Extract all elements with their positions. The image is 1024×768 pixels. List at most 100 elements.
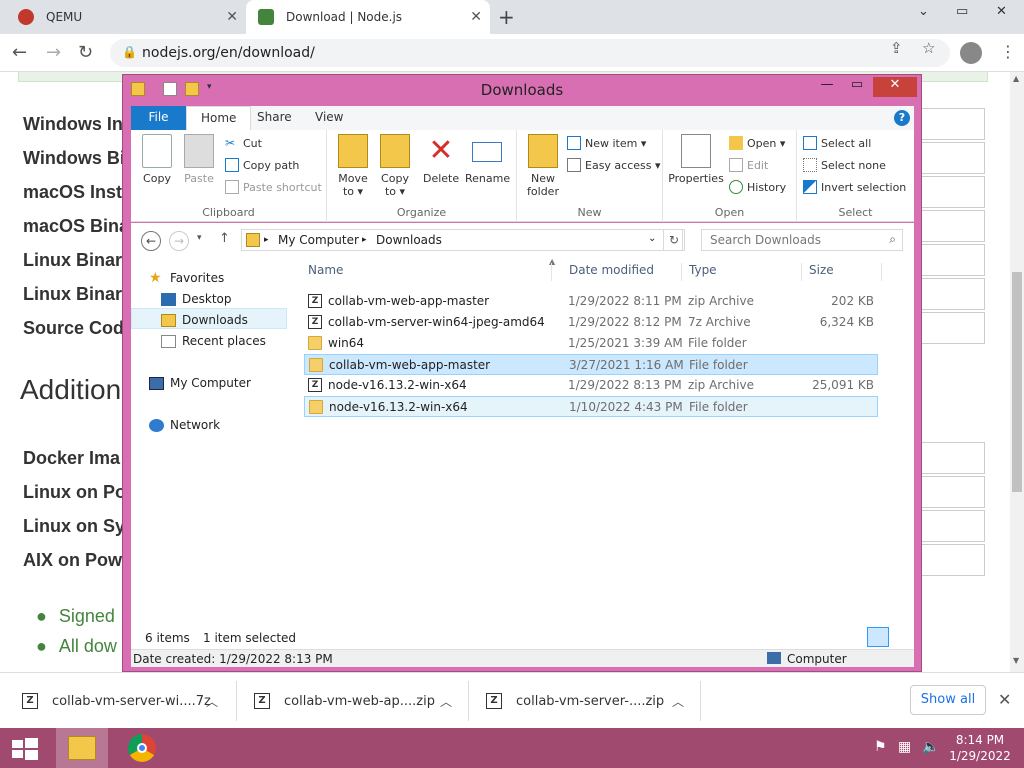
column-header-size[interactable]: Size xyxy=(809,263,834,277)
address-bar[interactable]: 🔒 nodejs.org/en/download/ xyxy=(110,39,950,67)
volume-muted-icon[interactable]: 🔈 xyxy=(922,739,939,755)
network-tray-icon[interactable]: ▦ xyxy=(898,739,911,755)
file-row[interactable]: Z collab-vm-server-win64-jpeg-amd64 1/29… xyxy=(304,312,878,333)
download-row-label[interactable]: Windows Bi xyxy=(23,148,125,169)
file-row[interactable]: win64 1/25/2021 3:39 AM File folder xyxy=(304,333,878,354)
download-item[interactable]: Z collab-vm-web-ap....zip ︿ xyxy=(254,673,464,729)
download-item[interactable]: Z collab-vm-server-wi....7z ︿ xyxy=(22,673,232,729)
open-button[interactable]: Open ▾ xyxy=(729,136,785,150)
tab-file[interactable]: File xyxy=(131,106,186,130)
explorer-maximize-button[interactable]: ▭ xyxy=(843,77,871,97)
file-row[interactable]: Z collab-vm-web-app-master 1/29/2022 8:1… xyxy=(304,291,878,312)
cut-button[interactable]: ✂ Cut xyxy=(225,136,262,150)
edit-button[interactable]: Edit xyxy=(729,158,768,172)
tab-view[interactable]: View xyxy=(301,106,357,130)
file-row-selected[interactable]: collab-vm-web-app-master 3/27/2021 1:16 … xyxy=(304,354,878,375)
close-tab-icon[interactable]: ✕ xyxy=(226,9,238,25)
column-divider[interactable] xyxy=(551,263,552,281)
explorer-close-button[interactable]: ✕ xyxy=(873,77,917,97)
address-dropdown-icon[interactable]: ⌄ xyxy=(648,233,656,244)
taskbar-explorer[interactable] xyxy=(56,728,108,768)
scrollbar-thumb[interactable] xyxy=(1012,272,1022,492)
taskbar-chrome[interactable] xyxy=(116,728,168,768)
column-divider[interactable] xyxy=(681,263,682,281)
close-tab-icon[interactable]: ✕ xyxy=(470,9,482,25)
select-none-button[interactable]: Select none xyxy=(803,158,886,172)
tab-nodejs[interactable]: Download | Node.js ✕ xyxy=(246,0,490,34)
close-window-button[interactable]: ✕ xyxy=(996,4,1007,19)
additional-row-label[interactable]: AIX on Powe xyxy=(23,550,132,571)
signed-link[interactable]: ● Signed xyxy=(36,606,115,627)
file-row[interactable]: Z node-v16.13.2-win-x64 1/29/2022 8:13 P… xyxy=(304,375,878,396)
download-row-label[interactable]: Source Code xyxy=(23,318,134,339)
profile-avatar[interactable] xyxy=(960,42,982,64)
file-row-hover[interactable]: node-v16.13.2-win-x64 1/10/2022 4:43 PM … xyxy=(304,396,878,417)
share-icon[interactable]: ⇪ xyxy=(890,39,903,57)
new-folder-button[interactable]: New folder xyxy=(523,134,563,198)
download-row-label[interactable]: Windows In xyxy=(23,114,123,135)
close-shelf-icon[interactable]: ✕ xyxy=(998,690,1011,709)
column-divider[interactable] xyxy=(881,263,882,281)
download-row-label[interactable]: macOS Insta xyxy=(23,182,132,203)
download-item[interactable]: Z collab-vm-server-....zip ︿ xyxy=(486,673,696,729)
chevron-up-icon[interactable]: ︿ xyxy=(206,693,218,710)
page-scrollbar[interactable]: ▲ ▼ xyxy=(1010,72,1024,678)
delete-button[interactable]: ✕ Delete xyxy=(423,134,459,186)
nav-recent-places[interactable]: Recent places xyxy=(161,334,266,348)
select-all-button[interactable]: Select all xyxy=(803,136,871,150)
nav-my-computer[interactable]: My Computer xyxy=(149,376,251,390)
nav-downloads[interactable]: Downloads xyxy=(161,313,248,327)
search-input[interactable]: Search Downloads ⌕ xyxy=(701,229,903,251)
chevron-up-icon[interactable]: ︿ xyxy=(672,693,684,710)
new-item-button[interactable]: New item ▾ xyxy=(567,136,646,150)
download-row-label[interactable]: macOS Bina xyxy=(23,216,129,237)
breadcrumb-downloads[interactable]: Downloads xyxy=(376,233,442,247)
explorer-address-box[interactable]: ▸ My Computer ▸ Downloads ⌄ xyxy=(241,229,683,251)
nav-favorites[interactable]: ★ Favorites xyxy=(149,271,224,286)
bookmark-star-icon[interactable]: ☆ xyxy=(922,39,935,57)
easy-access-button[interactable]: Easy access ▾ xyxy=(567,158,661,172)
breadcrumb-chevron-icon[interactable]: ▸ xyxy=(362,235,367,245)
all-downloads-link[interactable]: ● All dow xyxy=(36,636,117,657)
copy-button[interactable]: Copy xyxy=(139,134,175,185)
tab-home[interactable]: Home xyxy=(186,106,252,130)
action-center-icon[interactable]: ⚑ xyxy=(874,739,887,755)
explorer-minimize-button[interactable]: — xyxy=(813,77,841,97)
scroll-down-icon[interactable]: ▼ xyxy=(1013,656,1019,665)
breadcrumb-my-computer[interactable]: My Computer xyxy=(278,233,359,247)
back-icon[interactable]: ← xyxy=(12,42,27,63)
history-button[interactable]: History xyxy=(729,180,786,194)
column-divider[interactable] xyxy=(801,263,802,281)
start-button[interactable] xyxy=(0,728,48,768)
copy-path-button[interactable]: Copy path xyxy=(225,158,299,172)
recent-locations-icon[interactable]: ▾ xyxy=(197,233,202,243)
show-all-button[interactable]: Show all xyxy=(910,685,986,715)
paste-button[interactable]: Paste xyxy=(181,134,217,185)
tab-share[interactable]: Share xyxy=(243,106,306,130)
help-icon[interactable]: ? xyxy=(894,110,910,126)
nav-desktop[interactable]: Desktop xyxy=(161,292,232,306)
chevron-up-icon[interactable]: ︿ xyxy=(440,693,452,710)
reload-icon[interactable]: ↻ xyxy=(78,42,93,63)
minimize-button[interactable]: ⌄ xyxy=(918,4,929,19)
explorer-title-bar[interactable]: ▾ Downloads — ▭ ✕ xyxy=(123,75,921,105)
additional-row-label[interactable]: Docker Ima xyxy=(23,448,120,469)
column-header-type[interactable]: Type xyxy=(689,263,717,277)
restore-button[interactable]: ▭ xyxy=(956,4,968,19)
forward-icon[interactable]: → xyxy=(169,231,189,251)
system-clock[interactable]: 8:14 PM 1/29/2022 xyxy=(944,732,1016,764)
properties-button[interactable]: Properties xyxy=(667,134,725,185)
menu-kebab-icon[interactable]: ⋮ xyxy=(1000,42,1016,61)
refresh-icon[interactable]: ↻ xyxy=(663,229,685,251)
copy-to-button[interactable]: Copy to ▾ xyxy=(377,134,413,198)
column-header-name[interactable]: Name xyxy=(308,263,343,277)
additional-row-label[interactable]: Linux on Sy xyxy=(23,516,125,537)
back-icon[interactable]: ← xyxy=(141,231,161,251)
column-header-date[interactable]: Date modified xyxy=(569,263,654,277)
details-view-icon[interactable] xyxy=(867,627,889,647)
large-icons-view-icon[interactable] xyxy=(889,627,911,647)
breadcrumb-chevron-icon[interactable]: ▸ xyxy=(264,235,269,245)
new-tab-button[interactable]: + xyxy=(498,5,515,29)
download-row-label[interactable]: Linux Binar xyxy=(23,284,122,305)
invert-selection-button[interactable]: Invert selection xyxy=(803,180,906,194)
